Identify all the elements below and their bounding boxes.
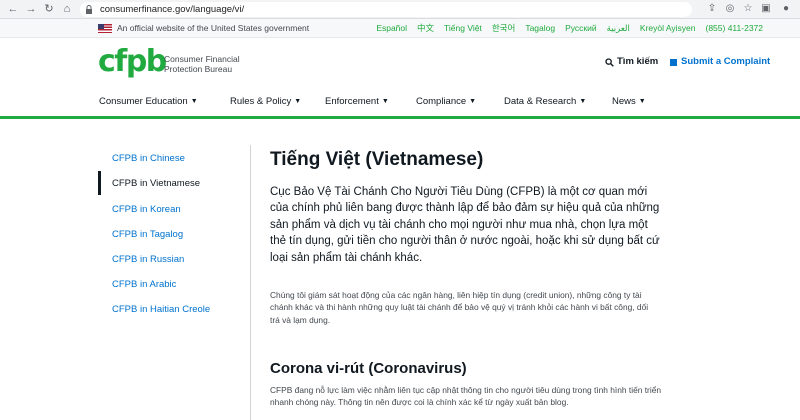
nav-compliance[interactable]: Compliance ▼ (416, 95, 476, 109)
sidebar-item-haitian-creole[interactable]: CFPB in Haitian Creole (112, 303, 210, 316)
search-icon (605, 57, 614, 67)
bureau-name: Consumer Financial Protection Bureau (164, 54, 244, 74)
url-text: consumerfinance.gov/language/vi/ (100, 4, 245, 15)
language-link[interactable]: Tiếng Việt (444, 23, 482, 34)
nav-label: Enforcement (325, 96, 379, 107)
profile-icon[interactable]: ● (780, 3, 792, 15)
language-link[interactable]: 中文 (417, 23, 434, 34)
complaint-label: Submit a Complaint (681, 56, 771, 67)
sidebar-item-korean[interactable]: CFPB in Korean (112, 203, 181, 216)
us-flag-icon (98, 24, 112, 33)
language-link[interactable]: Español (376, 23, 407, 34)
nav-label: Compliance (416, 96, 467, 107)
search-button[interactable]: Tìm kiếm (605, 56, 658, 68)
sidebar-item-chinese[interactable]: CFPB in Chinese (112, 152, 185, 165)
submit-complaint-link[interactable]: Submit a Complaint (670, 56, 770, 68)
language-link[interactable]: Kreyòl Ayisyen (640, 23, 696, 34)
body-paragraph: Chúng tôi giám sát hoạt động của các ngâ… (270, 290, 649, 325)
header-divider (0, 116, 800, 119)
browser-toolbar: ← → ↻ ⌂ consumerfinance.gov/language/vi/… (0, 0, 800, 19)
phone-number[interactable]: (855) 411-2372 (706, 23, 764, 34)
nav-label: News (612, 96, 636, 107)
logo-wordmark: cfpb (98, 44, 167, 79)
nav-enforcement[interactable]: Enforcement ▼ (325, 95, 389, 109)
sidebar-item-russian[interactable]: CFPB in Russian (112, 253, 184, 266)
language-links: Español 中文 Tiếng Việt 한국어 Tagalog Русски… (376, 23, 763, 34)
share-icon[interactable]: ⇪ (706, 3, 718, 15)
sidebar-item-vietnamese[interactable]: CFPB in Vietnamese (112, 177, 200, 190)
nav-label: Data & Research (504, 96, 577, 107)
active-indicator (98, 171, 101, 195)
chevron-down-icon: ▼ (579, 98, 587, 105)
language-link[interactable]: Tagalog (525, 23, 555, 34)
lock-icon (86, 5, 92, 14)
search-label: Tìm kiếm (617, 56, 659, 67)
bureau-name-line: Protection Bureau (164, 64, 233, 74)
nav-consumer-education[interactable]: Consumer Education ▼ (99, 95, 198, 109)
section-paragraph: CFPB đang nỗ lực làm việc nhằm liên tục … (270, 385, 662, 408)
page-title: Tiếng Việt (Vietnamese) (270, 149, 484, 170)
main-navigation: Consumer Education ▼ Rules & Policy ▼ Enfo… (0, 95, 800, 109)
language-link[interactable]: العربية (607, 23, 630, 34)
section-title: Corona vi-rút (Coronavirus) (270, 360, 467, 377)
gov-banner-text: An official website of the United States… (117, 23, 310, 33)
nav-label: Rules & Policy (230, 96, 292, 107)
language-link[interactable]: 한국어 (492, 23, 515, 34)
back-icon[interactable]: ← (6, 2, 20, 16)
nav-data-research[interactable]: Data & Research ▼ (504, 95, 586, 109)
chevron-down-icon: ▼ (190, 98, 198, 105)
reload-icon[interactable]: ↻ (42, 2, 56, 16)
bookmark-star-icon[interactable]: ☆ (742, 3, 754, 15)
lead-paragraph: Cục Bảo Vệ Tài Chánh Cho Người Tiêu Dùng… (270, 186, 660, 264)
cfpb-logo[interactable]: cfpb (98, 44, 167, 79)
sidebar-item-arabic[interactable]: CFPB in Arabic (112, 278, 176, 291)
eye-off-icon[interactable]: ◎ (724, 3, 736, 15)
bureau-name-line: Consumer Financial (164, 54, 240, 64)
chevron-down-icon: ▼ (294, 98, 302, 105)
nav-rules-policy[interactable]: Rules & Policy ▼ (230, 95, 301, 109)
chevron-down-icon: ▼ (638, 98, 646, 105)
nav-label: Consumer Education (99, 96, 188, 107)
extension-icon[interactable]: ▣ (760, 3, 772, 15)
sidebar-divider (250, 145, 251, 420)
nav-news[interactable]: News ▼ (612, 95, 646, 109)
gov-banner: An official website of the United States… (0, 19, 800, 38)
complaint-icon (670, 58, 677, 66)
sidebar-item-tagalog[interactable]: CFPB in Tagalog (112, 228, 183, 241)
chevron-down-icon: ▼ (381, 98, 389, 105)
language-link[interactable]: Русский (565, 23, 597, 34)
home-icon[interactable]: ⌂ (60, 2, 74, 16)
address-bar[interactable]: consumerfinance.gov/language/vi/ (80, 2, 692, 17)
chevron-down-icon: ▼ (469, 98, 477, 105)
forward-icon[interactable]: → (24, 2, 38, 16)
